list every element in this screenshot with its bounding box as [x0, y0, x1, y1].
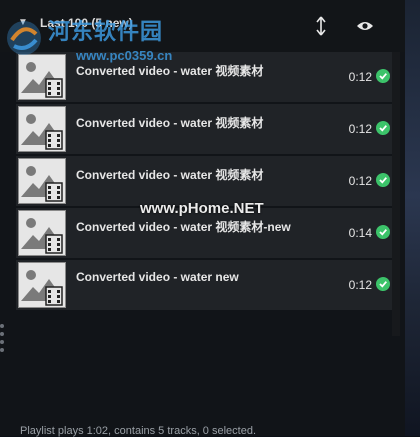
- check-circle-icon: [376, 225, 390, 239]
- track-title: Converted video - water 视频素材: [76, 64, 264, 78]
- track-duration: 0:12: [348, 70, 372, 84]
- eye-icon[interactable]: [352, 13, 378, 39]
- track-title: Converted video - water 视频素材: [76, 168, 264, 182]
- track-list: Converted video - water 视频素材 0:12 Conver…: [16, 52, 392, 312]
- check-circle-icon: [376, 69, 390, 83]
- resize-handle-icon[interactable]: [0, 322, 6, 354]
- track-row[interactable]: Converted video - water 视频素材-new 0:14: [16, 208, 392, 258]
- track-duration: 0:12: [348, 122, 372, 136]
- check-circle-icon: [376, 121, 390, 135]
- video-thumbnail-icon: [18, 210, 66, 256]
- playlist-panel: ▼ Last 100 (5 new) Converted video - wat…: [0, 0, 405, 437]
- track-row[interactable]: Converted video - water new 0:12: [16, 260, 392, 310]
- track-duration: 0:12: [348, 174, 372, 188]
- track-row[interactable]: Converted video - water 视频素材 0:12: [16, 104, 392, 154]
- track-title: Converted video - water new: [76, 270, 239, 284]
- list-scrollbar[interactable]: [392, 52, 400, 336]
- track-title: Converted video - water 视频素材: [76, 116, 264, 130]
- window-edge: [405, 0, 420, 436]
- track-row[interactable]: Converted video - water 视频素材 0:12: [16, 52, 392, 102]
- sort-arrows-icon[interactable]: [308, 13, 334, 39]
- check-circle-icon: [376, 277, 390, 291]
- video-thumbnail-icon: [18, 158, 66, 204]
- video-thumbnail-icon: [18, 106, 66, 152]
- track-title: Converted video - water 视频素材-new: [76, 220, 291, 234]
- check-circle-icon: [376, 173, 390, 187]
- track-row[interactable]: Converted video - water 视频素材 0:12: [16, 156, 392, 206]
- video-thumbnail-icon: [18, 54, 66, 100]
- playlist-header: ▼ Last 100 (5 new): [0, 0, 405, 52]
- track-duration: 0:12: [348, 278, 372, 292]
- triangle-down-icon[interactable]: ▼: [18, 17, 28, 28]
- video-thumbnail-icon: [18, 262, 66, 308]
- playlist-title[interactable]: Last 100 (5 new): [40, 16, 133, 30]
- playlist-status: Playlist plays 1:02, contains 5 tracks, …: [20, 425, 257, 437]
- track-duration: 0:14: [348, 226, 372, 240]
